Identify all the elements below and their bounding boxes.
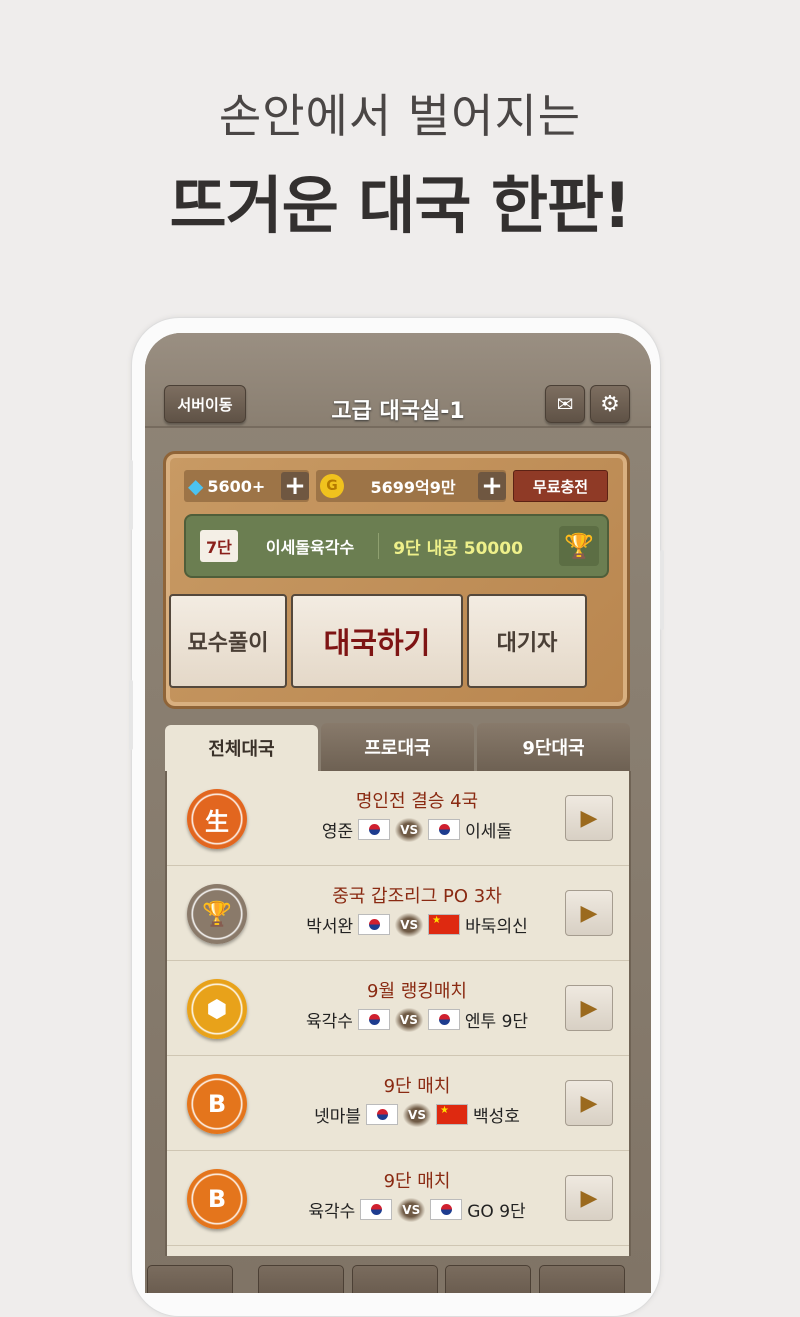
rank-bar: 7단 이세돌육각수 9단 내공 50000 🏆 [184,514,609,578]
diamond-counter: ◆ 5600+ + [184,470,309,502]
envelope-icon: ✉ [556,392,574,416]
player2-name: 바둑의신 [465,917,528,937]
bottom-nav-button[interactable] [147,1265,233,1293]
bottom-nav-button[interactable] [445,1265,531,1293]
flag-icon [436,1104,468,1125]
flag-icon [358,819,391,840]
match-type-icon: 生 [187,789,247,849]
player1-name: 육각수 [305,1012,353,1032]
vs-label: VS [403,1102,431,1127]
player2-name: GO 9단 [467,1202,526,1222]
flag-icon [428,914,461,935]
gold-counter: G 5699억9만 + [316,470,506,502]
tab-all-games[interactable]: 전체대국 [165,725,318,771]
diamond-value: 5600+ [207,476,266,496]
vs-label: VS [394,1007,423,1032]
bottom-nav-button[interactable] [539,1265,625,1293]
play-icon: ▶ [580,1185,598,1211]
play-icon: ▶ [580,805,598,831]
play-icon: ▶ [580,995,598,1021]
add-gold-button[interactable]: + [478,472,506,500]
bottom-nav-button[interactable] [258,1265,344,1293]
play-icon: ▶ [580,900,598,926]
match-type-icon: 🏆 [187,884,247,944]
profile-panel: ◆ 5600+ + G 5699억9만 + 무료충전 7단 이세돌육각수 9단 … [163,451,630,709]
watch-play-button[interactable]: ▶ [565,1080,613,1126]
flag-icon [428,819,461,840]
rank-goal: 9단 내공 50000 [393,538,523,559]
watch-play-button[interactable]: ▶ [565,985,613,1031]
headline-line2: 뜨거운 대국 한판! [169,169,632,242]
match-title: 중국 갑조리그 PO 3차 [332,886,502,907]
divider [378,533,380,559]
diamond-icon: ◆ [188,474,204,498]
player2-name: 이세돌 [465,822,513,842]
play-game-button[interactable]: 대국하기 [291,594,463,688]
volume-button [129,680,133,750]
match-row[interactable]: B 9단 매치 육각수 VS GO 9단 ▶ [167,1151,629,1246]
match-title: 9월 랭킹매치 [367,981,467,1002]
free-charge-button[interactable]: 무료충전 [513,470,608,502]
match-players: 넷마블 VS 백성호 [267,1102,567,1127]
play-icon: ▶ [580,1090,598,1116]
gold-value: 5699억9만 [370,478,456,497]
add-diamond-button[interactable]: + [281,472,309,500]
watch-play-button[interactable]: ▶ [565,1175,613,1221]
match-type-icon: ⬢ [187,979,247,1039]
puzzle-button[interactable]: 묘수풀이 [169,594,287,688]
match-players: 영준 VS 이세돌 [267,817,567,842]
match-row[interactable]: 生 명인전 결승 4국 영준 VS 이세돌 ▶ [167,771,629,866]
match-list: 生 명인전 결승 4국 영준 VS 이세돌 ▶ 🏆 중국 갑조리그 PO 3차 박… [165,771,631,1256]
bottom-nav-button[interactable] [352,1265,438,1293]
tab-9dan-games[interactable]: 9단대국 [477,723,630,771]
power-button [660,550,664,630]
vs-label: VS [397,1197,426,1222]
match-row[interactable]: B 9단 매치 넷마블 VS 백성호 ▶ [167,1056,629,1151]
settings-button[interactable]: ⚙ [590,385,630,423]
player1-name: 박서완 [306,917,354,937]
match-title: 9단 매치 [383,1171,451,1192]
rank-badge: 7단 [200,530,238,562]
match-players: 육각수 VS GO 9단 [267,1197,567,1222]
flag-icon [427,1009,460,1030]
headline-line1: 손안에서 벌어지는 [218,89,582,143]
player1-name: 영준 [321,822,354,842]
mail-button[interactable]: ✉ [545,385,585,423]
match-type-icon: B [187,1169,247,1229]
flag-icon [366,1104,398,1125]
match-title: 9단 매치 [383,1076,451,1097]
player1-name: 넷마블 [314,1107,361,1127]
volume-button [129,460,133,530]
watch-play-button[interactable]: ▶ [565,890,613,936]
match-row[interactable]: 🏆 중국 갑조리그 PO 3차 박서완 VS 바둑의신 ▶ [167,866,629,961]
match-row[interactable]: ⬢ 9월 랭킹매치 육각수 VS 엔투 9단 ▶ [167,961,629,1056]
top-bar: 서버이동 고급 대국실-1 ✉ ⚙ [145,333,651,428]
gold-coin-icon: G [320,474,344,498]
flag-icon [357,1009,390,1030]
player-name: 이세돌육각수 [265,538,355,557]
player2-name: 백성호 [473,1107,520,1127]
flag-icon [360,1199,393,1220]
vs-label: VS [395,817,424,842]
tab-pro-games[interactable]: 프로대국 [321,723,474,771]
match-players: 박서완 VS 바둑의신 [267,912,567,937]
player2-name: 엔투 9단 [464,1012,529,1032]
watch-play-button[interactable]: ▶ [565,795,613,841]
match-title: 명인전 결승 4국 [355,791,479,812]
app-screen: 서버이동 고급 대국실-1 ✉ ⚙ ◆ 5600+ + G 5699억9만 + … [145,333,651,1293]
waiting-players-button[interactable]: 대기자 [467,594,587,688]
trophy-icon: 🏆 [564,532,594,560]
match-players: 육각수 VS 엔투 9단 [267,1007,567,1032]
player1-name: 육각수 [308,1202,356,1222]
vs-label: VS [395,912,424,937]
trophy-button[interactable]: 🏆 [559,526,599,566]
flag-icon [430,1199,463,1220]
gear-icon: ⚙ [600,391,620,417]
match-type-icon: B [187,1074,247,1134]
flag-icon [358,914,391,935]
